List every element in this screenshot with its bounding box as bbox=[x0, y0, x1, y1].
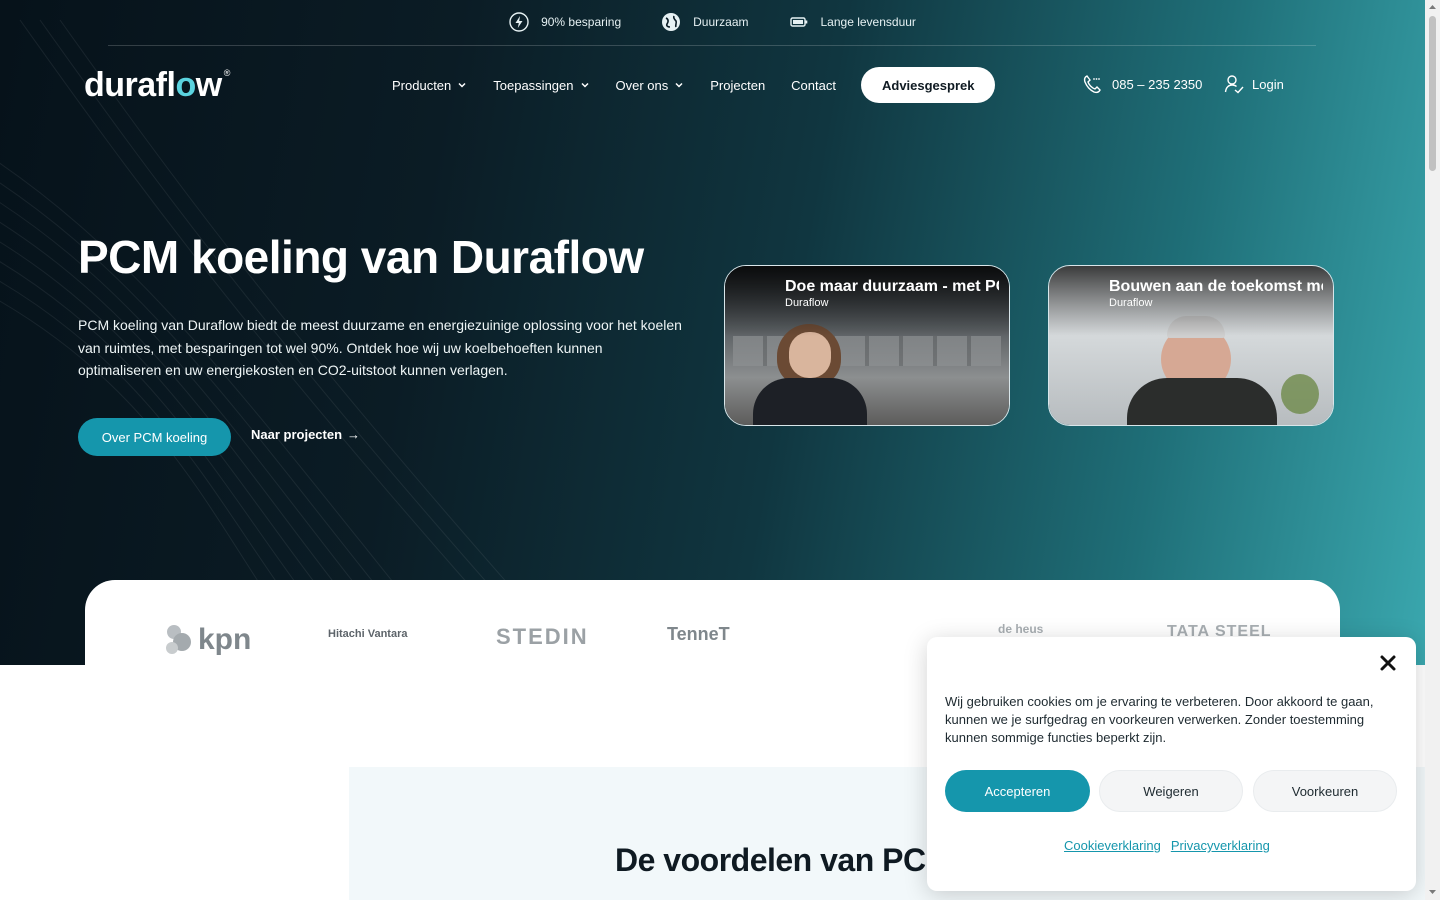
topbar-divider bbox=[108, 45, 1316, 46]
cookie-links: Cookieverklaring Privacyverklaring bbox=[1064, 838, 1270, 853]
cookie-statement-link[interactable]: Cookieverklaring bbox=[1064, 838, 1161, 853]
login-link[interactable]: Login bbox=[1224, 74, 1284, 94]
nav-item-projecten[interactable]: Projecten bbox=[710, 78, 765, 93]
lightning-icon bbox=[509, 12, 529, 32]
cookie-accept-button[interactable]: Accepteren bbox=[945, 770, 1090, 812]
scroll-down-arrow-icon[interactable] bbox=[1428, 887, 1437, 896]
nav-item-label: Contact bbox=[791, 77, 836, 93]
partner-name: STEDIN bbox=[496, 624, 589, 649]
chevron-down-icon bbox=[580, 82, 589, 88]
main-nav: Producten Toepassingen Over ons Projecte… bbox=[392, 67, 996, 103]
partner-logo-kpn: kpn bbox=[160, 620, 251, 660]
partner-logo-de-heus: de heus bbox=[998, 622, 1043, 636]
cookie-deny-button[interactable]: Weigeren bbox=[1099, 770, 1243, 812]
video-channel: Duraflow bbox=[1109, 297, 1153, 309]
top-usp-bar: 90% besparing Duurzaam Lange levensduur bbox=[0, 0, 1425, 46]
benefits-title: De voordelen van PCM koeling bbox=[615, 842, 931, 878]
privacy-statement-link[interactable]: Privacyverklaring bbox=[1171, 838, 1270, 853]
partner-name: de heus bbox=[998, 622, 1044, 636]
partner-logo-hitachi: Hitachi Vantara bbox=[328, 628, 407, 640]
hero-description: PCM koeling van Duraflow biedt de meest … bbox=[78, 317, 682, 378]
nav-item-toepassingen[interactable]: Toepassingen bbox=[493, 78, 589, 93]
chevron-down-icon bbox=[458, 82, 466, 88]
adviesgesprek-button[interactable]: Adviesgesprek bbox=[860, 67, 996, 103]
video-title: Bouwen aan de toekomst met Duraflow bbox=[1109, 278, 1323, 295]
logo-wordmark: duraflow bbox=[84, 66, 222, 104]
cookie-preferences-button[interactable]: Voorkeuren bbox=[1253, 770, 1397, 812]
close-icon[interactable] bbox=[1378, 653, 1398, 673]
cookie-message: Wij gebruiken cookies om je ervaring te … bbox=[945, 694, 1374, 745]
nav-item-label: Producten bbox=[392, 77, 452, 93]
arrow-right-icon: → bbox=[347, 427, 361, 442]
nav-item-label: Toepassingen bbox=[493, 77, 574, 93]
scroll-up-arrow-icon[interactable] bbox=[1428, 3, 1437, 12]
partner-name: TenneT bbox=[667, 624, 730, 644]
video-overlay bbox=[1049, 266, 1333, 336]
usp-savings-label: 90% besparing bbox=[541, 15, 622, 29]
over-pcm-koeling-button[interactable]: Over PCM koeling bbox=[78, 418, 231, 456]
video-channel: Duraflow bbox=[785, 297, 829, 309]
video-title: Doe maar duurzaam - met PCM koeling bbox=[785, 278, 999, 295]
usp-lifespan: Lange levensduur bbox=[789, 12, 916, 32]
hero-section: 90% besparing Duurzaam Lange levensduur … bbox=[0, 0, 1425, 665]
usp-sustainable: Duurzaam bbox=[661, 12, 749, 32]
video-overlay bbox=[725, 266, 1009, 336]
duraflow-logo[interactable]: duraflow ® bbox=[84, 66, 230, 106]
cookie-consent-dialog: Wij gebruiken cookies om je ervaring te … bbox=[927, 637, 1416, 891]
nav-item-contact[interactable]: Contact bbox=[791, 78, 836, 93]
nav-item-label: Projecten bbox=[710, 77, 766, 93]
page-scrollbar[interactable] bbox=[1425, 0, 1440, 900]
phone-icon bbox=[1083, 75, 1101, 94]
user-icon bbox=[1224, 75, 1244, 94]
hero-title: PCM koeling van Duraflow bbox=[78, 231, 644, 283]
usp-savings: 90% besparing bbox=[509, 12, 621, 32]
nav-item-label: Over ons bbox=[615, 77, 669, 93]
video-card-duurzaam[interactable]: Doe maar duurzaam - met PCM koeling Dura… bbox=[724, 265, 1010, 426]
naar-projecten-link[interactable]: Naar projecten → bbox=[251, 427, 360, 442]
partner-logo-tennet: TenneT bbox=[667, 624, 730, 645]
usp-sustainable-label: Duurzaam bbox=[693, 15, 749, 29]
login-label: Login bbox=[1252, 76, 1284, 92]
partner-name: kpn bbox=[198, 623, 252, 656]
naar-projecten-label: Naar projecten bbox=[251, 427, 343, 442]
chevron-down-icon bbox=[675, 82, 683, 88]
usp-lifespan-label: Lange levensduur bbox=[820, 15, 916, 29]
video-card-toekomst[interactable]: Bouwen aan de toekomst met Duraflow Dura… bbox=[1048, 265, 1334, 426]
kpn-crown-icon bbox=[166, 625, 191, 654]
phone-link[interactable]: 085 – 235 2350 bbox=[1082, 74, 1202, 94]
partner-name: Hitachi Vantara bbox=[328, 628, 408, 640]
phone-number: 085 – 235 2350 bbox=[1112, 76, 1203, 92]
nav-item-over-ons[interactable]: Over ons bbox=[616, 78, 685, 93]
battery-icon bbox=[789, 17, 807, 27]
logo-registered-mark: ® bbox=[223, 68, 231, 78]
nav-item-producten[interactable]: Producten bbox=[392, 78, 467, 93]
scrollbar-thumb[interactable] bbox=[1429, 16, 1436, 171]
globe-icon bbox=[662, 13, 681, 31]
partner-logo-stedin: STEDIN bbox=[496, 624, 589, 650]
